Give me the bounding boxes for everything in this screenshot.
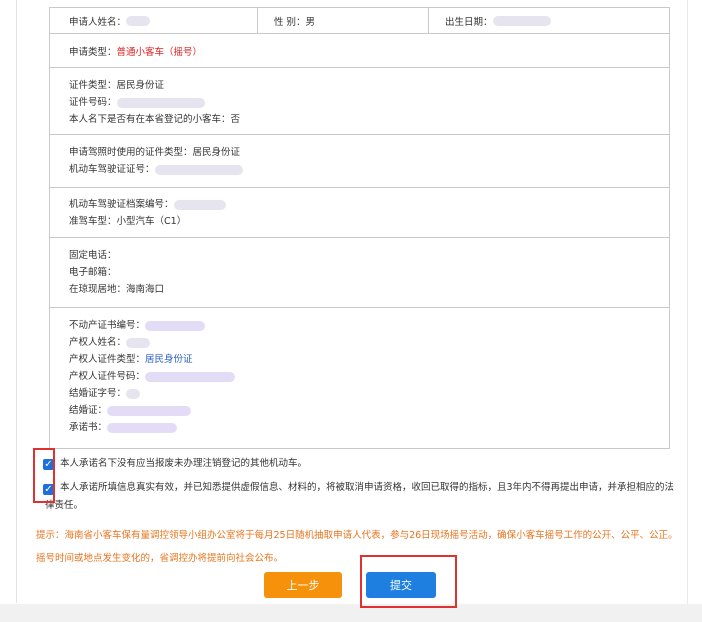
owner-name-redacted — [126, 337, 151, 348]
vehicle-type-value: 小型汽车（C1） — [116, 216, 187, 227]
license-cert-type-label: 申请驾照时使用的证件类型： — [69, 147, 193, 158]
owner-cert-no-redacted — [145, 371, 236, 382]
application-type-label: 申请类型： — [69, 46, 117, 58]
applicant-name-value-redacted — [126, 15, 151, 26]
property-row: 不动产证书编号： 产权人姓名： 产权人证件类型：居民身份证 产权人证件号码： 结… — [50, 308, 669, 448]
applicant-name-label: 申请人姓名： — [69, 16, 127, 28]
phone-label: 固定电话： — [69, 250, 117, 261]
cert-no-label: 证件号码： — [69, 97, 117, 108]
owner-cert-no-label: 产权人证件号码： — [69, 371, 146, 382]
file-no-label: 机动车驾驶证档案编号： — [69, 199, 174, 210]
right-divider — [687, 0, 688, 622]
has-car-label: 本人名下是否有在本省登记的小客车： — [69, 114, 231, 125]
property-cert-no-redacted — [145, 320, 206, 331]
applicant-name-cell: 申请人姓名： — [69, 8, 257, 33]
promise-redacted — [107, 422, 178, 433]
gender-value: 男 — [305, 16, 316, 28]
declaration-2-text: 本人承诺所填信息真实有效，并已知悉提供虚假信息、材料的，将被取消申请资格，收回已… — [60, 479, 690, 496]
checkbox-highlight-box — [33, 448, 55, 503]
submit-highlight-box — [360, 555, 457, 608]
license-row: 申请驾照时使用的证件类型：居民身份证 机动车驾驶证证号： — [50, 135, 669, 188]
owner-cert-type-label: 产权人证件类型： — [69, 354, 146, 365]
application-type-value: 普通小客车（摇号） — [116, 46, 203, 58]
marriage-cert-label: 结婚证： — [69, 405, 108, 416]
residence-label: 在琼现居地： — [69, 284, 127, 295]
applicant-row: 申请人姓名： 性 别： 男 出生日期： — [50, 8, 669, 34]
cert-type-value: 居民身份证 — [116, 80, 165, 91]
dob-value-redacted — [492, 15, 551, 26]
email-label: 电子邮箱： — [69, 267, 117, 278]
promise-label: 承诺书： — [69, 422, 108, 433]
marriage-cert-redacted — [107, 405, 192, 416]
footer-band — [0, 604, 702, 622]
owner-name-label: 产权人姓名： — [69, 337, 127, 348]
contact-row: 固定电话： 电子邮箱： 在琼现居地：海南海口 — [50, 238, 669, 308]
vehicle-type-label: 准驾车型： — [69, 216, 117, 227]
license-no-label: 机动车驾驶证证号： — [69, 164, 155, 175]
residence-value: 海南海口 — [126, 284, 165, 295]
owner-cert-type-value: 居民身份证 — [145, 354, 193, 365]
declaration-1-text: 本人承诺名下没有应当报废未办理注销登记的其他机动车。 — [60, 458, 308, 469]
cert-no-redacted — [116, 97, 205, 108]
cert-type-label: 证件类型： — [69, 80, 117, 91]
tip-line2: 摇号时间或地点发生变化的，省调控办将提前向社会公布。 — [36, 553, 284, 564]
declaration-2-line1: 本人承诺所填信息真实有效，并已知悉提供虚假信息、材料的，将被取消申请资格，收回已… — [60, 482, 675, 493]
left-divider — [16, 0, 17, 603]
has-car-value: 否 — [230, 114, 241, 125]
license-cert-type-value: 居民身份证 — [192, 147, 241, 158]
identity-row: 证件类型：居民身份证 证件号码： 本人名下是否有在本省登记的小客车：否 — [50, 68, 669, 135]
marriage-no-redacted — [126, 388, 141, 399]
driving-row: 机动车驾驶证档案编号： 准驾车型：小型汽车（C1） — [50, 188, 669, 238]
dob-cell: 出生日期： — [428, 8, 669, 33]
gender-cell: 性 别： 男 — [257, 8, 428, 33]
previous-step-button[interactable]: 上一步 — [264, 572, 342, 598]
license-no-redacted — [154, 164, 243, 175]
gender-label: 性 别： — [274, 16, 306, 28]
property-cert-no-label: 不动产证书编号： — [69, 320, 146, 331]
application-type-row: 申请类型： 普通小客车（摇号） — [50, 34, 669, 68]
application-summary-card: 申请人姓名： 性 别： 男 出生日期： 申请类型： 普通小客车（摇号） 证件类型… — [49, 7, 670, 449]
file-no-redacted — [173, 199, 226, 210]
marriage-no-label: 结婚证字号： — [69, 388, 127, 399]
tip-line1: 提示：海南省小客车保有量调控领导小组办公室将于每月25日随机抽取申请人代表，参与… — [36, 530, 678, 541]
dob-label: 出生日期： — [445, 16, 493, 28]
